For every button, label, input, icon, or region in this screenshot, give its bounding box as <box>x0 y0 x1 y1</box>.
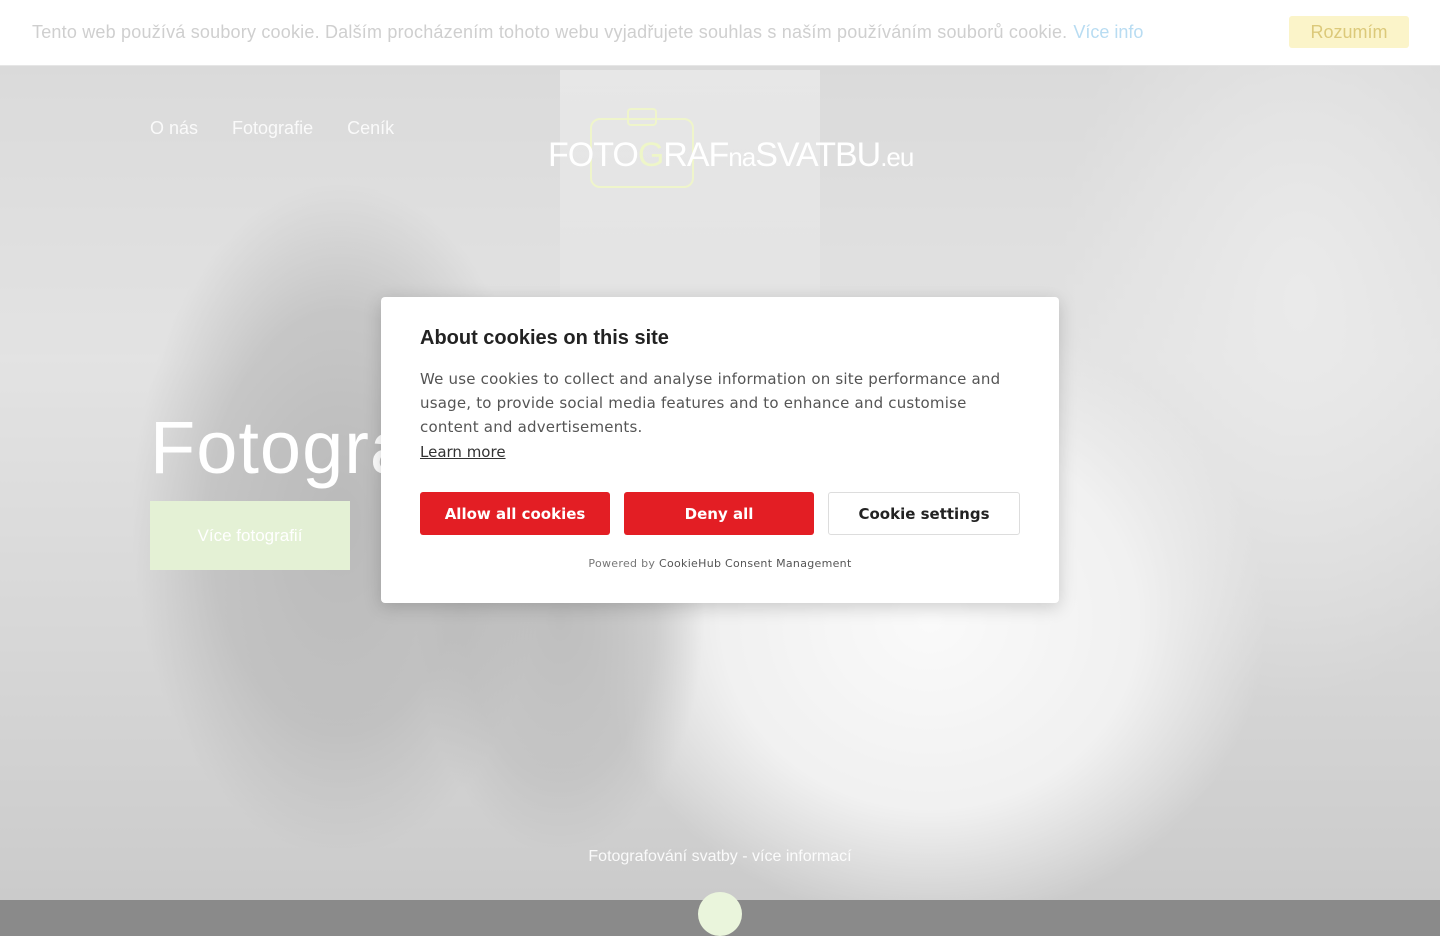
cookie-notice-accept-button[interactable]: Rozumím <box>1289 16 1409 48</box>
cookie-notice-text: Tento web používá soubory cookie. Dalším… <box>32 22 1068 42</box>
scroll-down-icon[interactable] <box>698 892 742 936</box>
more-photos-button[interactable]: Více fotografií <box>150 501 350 570</box>
main-nav: O nás Fotografie Ceník <box>150 118 394 139</box>
logo-text: FOTOGRAFnaSVATBU.eu <box>548 136 914 174</box>
site-logo[interactable]: FOTOGRAFnaSVATBU.eu <box>548 106 914 188</box>
nav-item-cenik[interactable]: Ceník <box>347 118 394 139</box>
nav-item-o-nas[interactable]: O nás <box>150 118 198 139</box>
learn-more-link[interactable]: Learn more <box>420 443 506 461</box>
powered-by-prefix: Powered by <box>588 557 656 570</box>
cookie-notice-more-link[interactable]: Více info <box>1073 22 1143 43</box>
consent-description: We use cookies to collect and analyse in… <box>420 370 1001 436</box>
hero-title: Fotogra <box>150 406 413 489</box>
nav-item-fotografie[interactable]: Fotografie <box>232 118 313 139</box>
cookie-notice-bar: Tento web používá soubory cookie. Dalším… <box>0 0 1440 66</box>
powered-by-text: Powered by CookieHub Consent Management <box>381 557 1059 570</box>
camera-flash-icon <box>627 108 657 126</box>
cookiehub-link[interactable]: CookieHub Consent Management <box>659 557 852 570</box>
consent-title: About cookies on this site <box>420 327 669 349</box>
cookie-settings-button[interactable]: Cookie settings <box>828 492 1020 535</box>
deny-all-button[interactable]: Deny all <box>624 492 814 535</box>
allow-all-cookies-button[interactable]: Allow all cookies <box>420 492 610 535</box>
cookie-consent-dialog: About cookies on this site We use cookie… <box>381 297 1059 603</box>
wedding-info-link[interactable]: Fotografování svatby - více informací <box>0 848 1440 866</box>
